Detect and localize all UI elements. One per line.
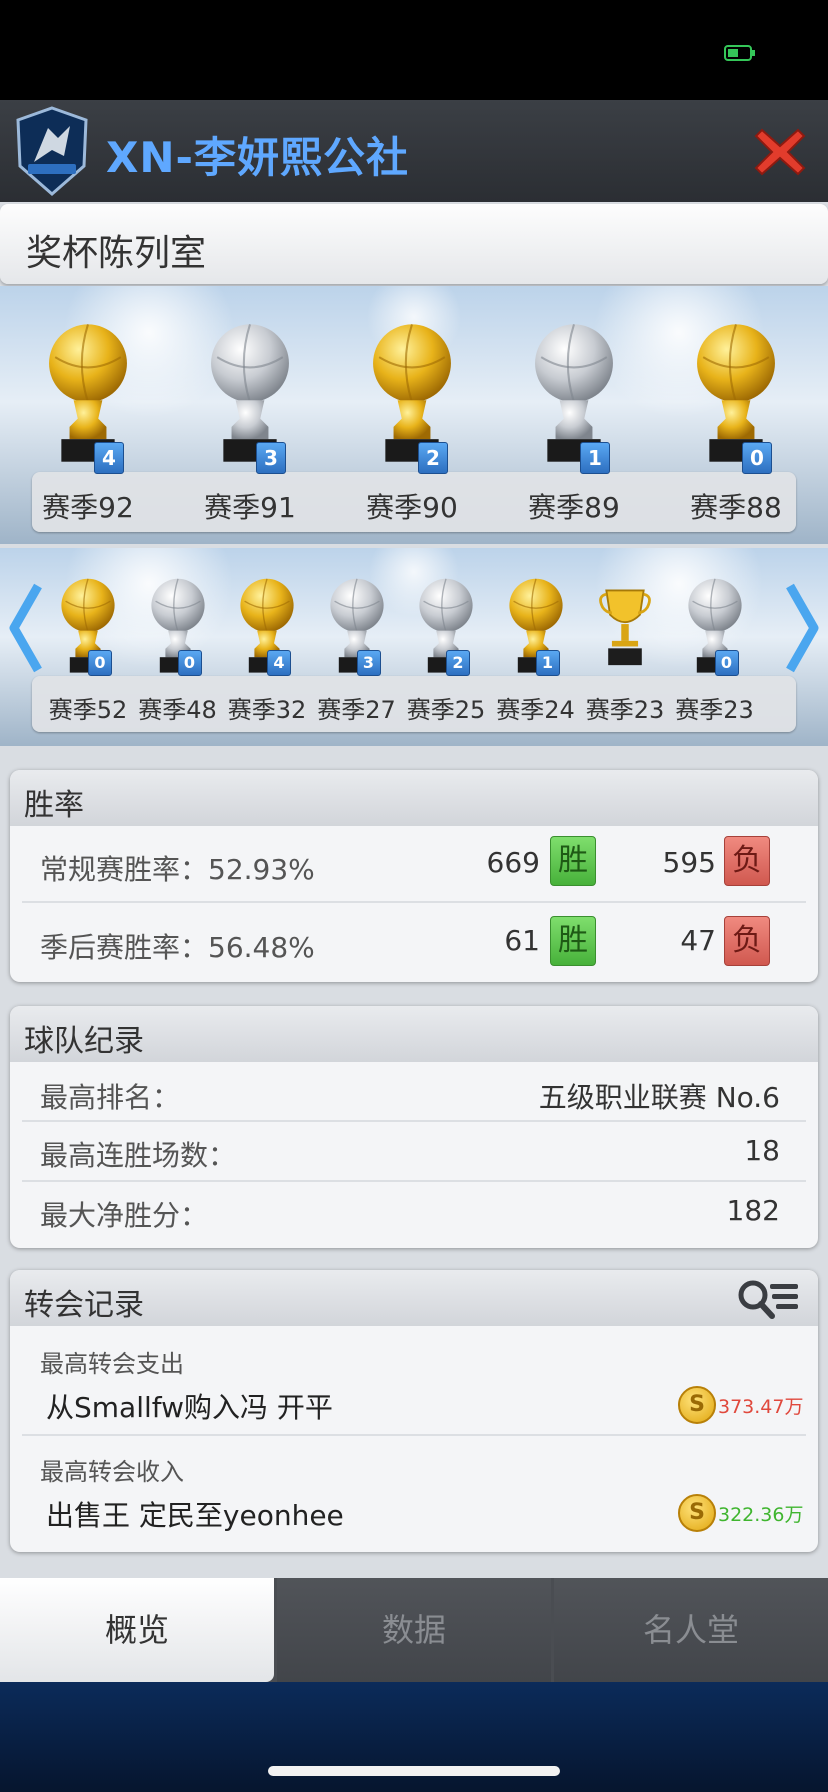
max-spend-label: 最高转会支出 (40, 1350, 184, 1378)
season-label: 赛季52 (48, 696, 128, 724)
season-label: 赛季32 (227, 696, 307, 724)
max-spend-amount: 373.47万 (718, 1396, 804, 1418)
next-arrow-icon[interactable] (784, 580, 824, 676)
max-income-amount: 322.36万 (718, 1504, 804, 1526)
season-label: 赛季90 (366, 491, 458, 524)
club-logo (16, 106, 88, 196)
status-bar (0, 0, 828, 100)
trophy-count-badge: 0 (742, 442, 772, 474)
regular-season-rate: 常规赛胜率：52.93% (40, 853, 315, 886)
trophy-count-badge: 2 (446, 650, 470, 676)
trophy-count-badge: 3 (356, 650, 381, 676)
home-indicator (268, 1766, 560, 1776)
trophy-cup-icon[interactable] (597, 576, 653, 678)
trophy-count-badge: 1 (580, 442, 610, 474)
season-label: 赛季25 (406, 696, 486, 724)
coin-icon: S (678, 1386, 716, 1424)
regular-losses: 595 (662, 846, 716, 879)
divider (22, 901, 806, 903)
record-value: 182 (726, 1194, 780, 1227)
close-icon[interactable] (752, 124, 808, 180)
tab-hall-of-fame[interactable]: 名人堂 (554, 1578, 828, 1682)
loss-badge: 负 (724, 916, 770, 966)
max-income-detail: 出售王 定民至yeonhee (46, 1499, 344, 1532)
record-value: 18 (744, 1134, 780, 1167)
max-income-label: 最高转会收入 (40, 1458, 184, 1486)
trophy-count-badge: 3 (256, 442, 286, 474)
trophy-count-badge: 1 (535, 650, 560, 676)
season-label: 赛季24 (496, 696, 575, 724)
win-rate-card: 胜率 常规赛胜率：52.93% 669 胜 595 负 季后赛胜率：56.48%… (10, 770, 818, 982)
prev-arrow-icon[interactable] (4, 580, 44, 676)
regular-wins: 669 (486, 846, 540, 879)
playoff-wins: 61 (504, 924, 540, 957)
search-list-icon[interactable] (736, 1278, 800, 1320)
trophy-room-title: 奖杯陈列室 (26, 233, 207, 274)
team-record-title: 球队纪录 (24, 1024, 144, 1059)
record-value: 五级职业联赛 No.6 (538, 1081, 780, 1114)
club-name: XN-李妍熙公社 (106, 133, 409, 182)
coin-icon: S (678, 1494, 716, 1532)
record-label: 最大净胜分： (40, 1199, 209, 1232)
season-label: 赛季89 (528, 491, 620, 524)
team-record-card: 球队纪录 最高排名： 五级职业联赛 No.6 最高连胜场数： 18 最大净胜分：… (10, 1006, 818, 1248)
win-rate-title: 胜率 (24, 788, 84, 823)
battery-icon (724, 45, 755, 61)
trophy-count-badge: 4 (267, 650, 291, 676)
playoff-losses: 47 (680, 924, 716, 957)
season-label: 赛季23 (675, 696, 754, 724)
trophy-count-badge: 0 (177, 650, 202, 676)
season-label: 赛季23 (585, 696, 665, 724)
divider (22, 1180, 806, 1182)
trophy-count-badge: 2 (418, 442, 448, 474)
transfer-record-card: 转会记录 最高转会支出 从Smallfw购入冯 开平 S 373.47万 最高转… (10, 1270, 818, 1552)
tab-overview[interactable]: 概览 (0, 1578, 274, 1682)
win-rate-header (10, 770, 818, 826)
season-label: 赛季88 (690, 491, 782, 524)
trophy-count-badge: 4 (94, 442, 124, 474)
transfer-record-title: 转会记录 (24, 1288, 144, 1323)
season-label: 赛季92 (42, 491, 134, 524)
trophy-count-badge: 0 (88, 650, 112, 676)
tab-data[interactable]: 数据 (277, 1578, 551, 1682)
playoff-rate: 季后赛胜率：56.48% (40, 931, 315, 964)
divider (22, 1434, 806, 1436)
season-label: 赛季48 (138, 696, 217, 724)
record-label: 最高连胜场数： (40, 1139, 237, 1172)
divider (22, 1120, 806, 1122)
max-spend-detail: 从Smallfw购入冯 开平 (46, 1391, 333, 1424)
season-label: 赛季27 (317, 696, 396, 724)
season-label: 赛季91 (204, 491, 296, 524)
loss-badge: 负 (724, 836, 770, 886)
record-label: 最高排名： (40, 1081, 181, 1114)
trophy-count-badge: 0 (714, 650, 739, 676)
